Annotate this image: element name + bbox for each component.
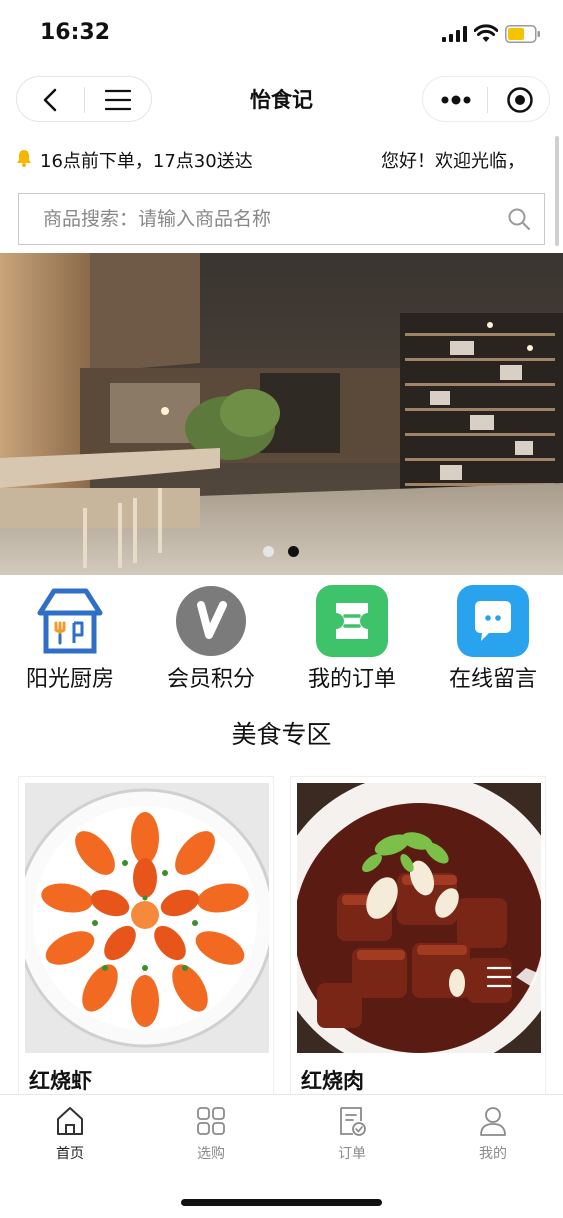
product-image xyxy=(25,783,269,1053)
grid-icon xyxy=(197,1107,225,1135)
hamburger-icon xyxy=(104,89,132,111)
home-icon xyxy=(57,1107,83,1135)
welcome-marquee: 您好！欢迎光临， xyxy=(381,151,525,172)
user-icon xyxy=(480,1107,506,1136)
kitchen-house-icon xyxy=(37,588,103,654)
nav-bar: 怡食记 xyxy=(0,66,563,132)
status-bar: 16:32 xyxy=(0,0,563,66)
search-box[interactable] xyxy=(18,193,545,245)
quick-item-points[interactable]: 会员积分 xyxy=(141,583,281,693)
quick-menu: 阳光厨房 会员积分 我的订单 在线留言 xyxy=(0,583,563,693)
tab-label: 首页 xyxy=(56,1146,84,1162)
v-member-icon xyxy=(176,586,246,656)
tab-shop[interactable]: 选购 xyxy=(141,1095,281,1175)
quick-item-kitchen[interactable]: 阳光厨房 xyxy=(0,583,140,693)
close-miniprogram-button[interactable] xyxy=(488,77,551,123)
tab-orders[interactable]: 订单 xyxy=(282,1095,422,1175)
banner-carousel[interactable] xyxy=(0,253,563,575)
quick-item-label: 会员积分 xyxy=(166,667,255,692)
target-circle-icon xyxy=(507,87,533,113)
delivery-notice: 16点前下单，17点30送达 xyxy=(40,151,253,172)
bell-icon xyxy=(17,150,31,167)
chat-bubble-icon xyxy=(457,585,529,657)
battery-icon xyxy=(505,25,540,43)
order-doc-icon xyxy=(340,1107,366,1136)
chevron-left-icon xyxy=(43,88,57,112)
floating-menu-icon[interactable] xyxy=(486,960,540,994)
cellular-signal-icon xyxy=(442,26,467,42)
tab-home[interactable]: 首页 xyxy=(0,1095,140,1175)
product-name: 红烧肉 xyxy=(301,1069,364,1093)
quick-item-orders[interactable]: 我的订单 xyxy=(282,583,422,693)
scrollbar[interactable] xyxy=(555,136,559,246)
carousel-dot[interactable] xyxy=(263,546,274,557)
back-button[interactable] xyxy=(17,77,84,123)
quick-item-message[interactable]: 在线留言 xyxy=(423,583,563,693)
nav-capsule-left xyxy=(16,76,152,122)
menu-button[interactable] xyxy=(85,77,152,123)
nav-capsule-right xyxy=(422,76,550,122)
tab-label: 我的 xyxy=(479,1146,507,1162)
home-indicator[interactable] xyxy=(181,1199,382,1206)
tab-label: 选购 xyxy=(197,1146,225,1162)
tab-label: 订单 xyxy=(338,1146,366,1162)
wifi-icon xyxy=(474,24,498,42)
quick-item-label: 阳光厨房 xyxy=(25,667,114,692)
notice-bar: 16点前下单，17点30送达 您好！欢迎光临， xyxy=(0,140,563,180)
status-time: 16:32 xyxy=(40,20,111,45)
banner-image xyxy=(0,253,563,575)
quick-item-label: 在线留言 xyxy=(448,667,537,692)
tab-profile[interactable]: 我的 xyxy=(423,1095,563,1175)
quick-item-label: 我的订单 xyxy=(307,667,396,692)
search-input[interactable] xyxy=(43,194,493,244)
product-image xyxy=(297,783,541,1053)
order-ticket-icon xyxy=(316,585,388,657)
more-button[interactable] xyxy=(423,77,487,123)
section-title: 美食专区 xyxy=(231,720,332,749)
braised-shrimp-image xyxy=(25,783,269,1053)
product-card[interactable]: 红烧肉 xyxy=(290,776,546,1096)
search-icon[interactable] xyxy=(507,207,531,231)
product-card[interactable]: 红烧虾 xyxy=(18,776,274,1096)
product-name: 红烧虾 xyxy=(29,1069,92,1093)
more-dots-icon xyxy=(441,95,471,105)
braised-pork-image xyxy=(297,783,541,1053)
carousel-dot-active[interactable] xyxy=(288,546,299,557)
